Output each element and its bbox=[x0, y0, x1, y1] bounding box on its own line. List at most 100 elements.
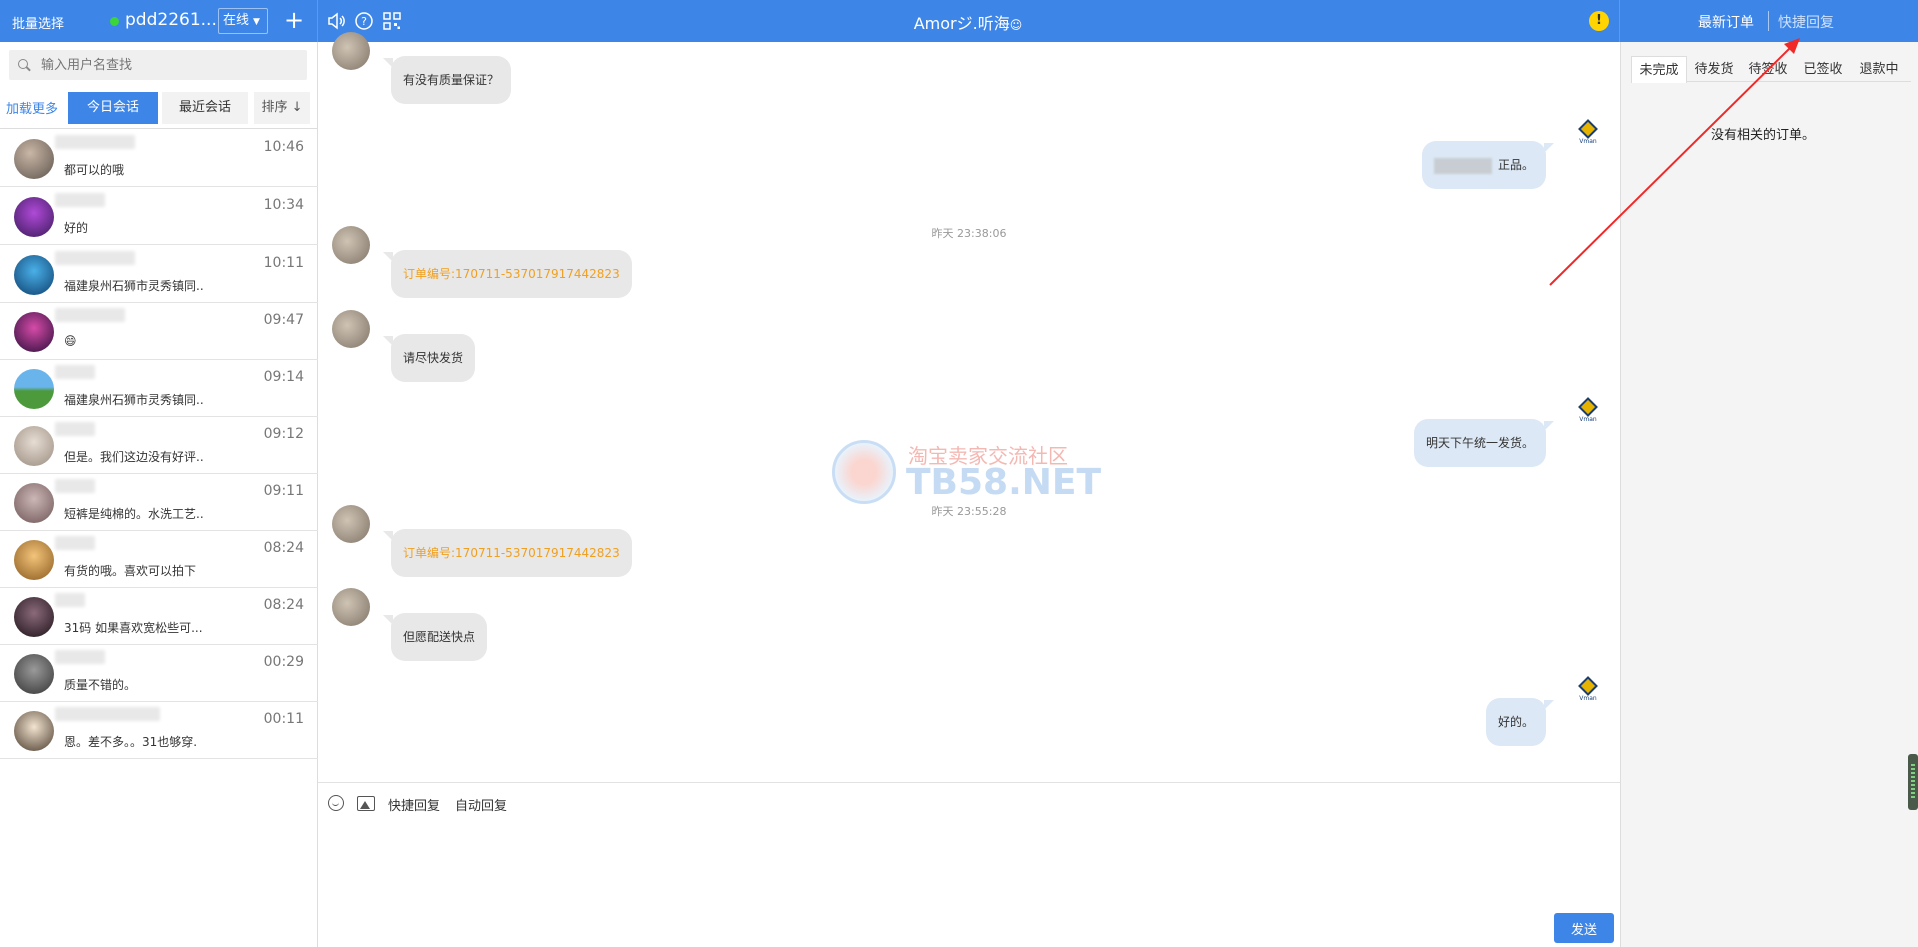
list-item[interactable]: 00:29 质量不错的。 bbox=[0, 645, 318, 702]
conversation-sidebar: 加载更多 今日会话 最近会话 排序 ↓ 10:46 都可以的哦 10:34 好的… bbox=[0, 42, 318, 947]
avatar bbox=[14, 426, 54, 466]
tab-received[interactable]: 已签收 bbox=[1795, 56, 1851, 83]
svg-text:?: ? bbox=[361, 15, 367, 28]
redacted-name bbox=[55, 308, 125, 322]
qrcode-icon[interactable] bbox=[382, 11, 402, 31]
conversation-preview: 好的 bbox=[64, 221, 89, 235]
message-bubble: 正品。 bbox=[1421, 141, 1555, 189]
list-item[interactable]: 09:47 😄 bbox=[0, 303, 318, 360]
conversation-time: 10:46 bbox=[263, 139, 304, 155]
conversation-preview: 福建泉州石狮市灵秀镇同.. bbox=[64, 393, 204, 407]
list-item[interactable]: 08:24 31码 如果喜欢宽松些可... bbox=[0, 588, 318, 645]
conversation-preview: 但是。我们这边没有好评.. bbox=[64, 450, 204, 464]
contact-icon: ☺ bbox=[1009, 18, 1023, 32]
list-item[interactable]: 09:14 福建泉州石狮市灵秀镇同.. bbox=[0, 360, 318, 417]
conversation-time: 00:29 bbox=[263, 654, 304, 670]
divider bbox=[317, 0, 318, 42]
tab-recent-sessions[interactable]: 最近会话 bbox=[162, 92, 248, 124]
load-more-link[interactable]: 加载更多 bbox=[6, 98, 58, 117]
conversation-time: 09:11 bbox=[263, 483, 304, 499]
avatar bbox=[14, 711, 54, 751]
emoji-icon[interactable] bbox=[328, 795, 344, 811]
redacted-name bbox=[55, 251, 135, 265]
redacted-name bbox=[55, 193, 105, 207]
vman-logo-icon: Vman bbox=[1575, 119, 1601, 148]
list-item[interactable]: 10:34 好的 bbox=[0, 188, 318, 245]
vman-label: Vman bbox=[1579, 695, 1597, 702]
redacted-name bbox=[55, 536, 95, 550]
conversation-time: 09:47 bbox=[263, 312, 304, 328]
alert-icon[interactable]: ! bbox=[1589, 11, 1609, 31]
tab-unfinished[interactable]: 未完成 bbox=[1631, 56, 1687, 83]
empty-orders-message: 没有相关的订单。 bbox=[1711, 128, 1816, 143]
send-button[interactable]: 发送 bbox=[1554, 913, 1614, 943]
sort-button[interactable]: 排序 ↓ bbox=[254, 92, 310, 124]
avatar bbox=[14, 255, 54, 295]
conversation-preview: 有货的哦。喜欢可以拍下 bbox=[64, 564, 197, 578]
vman-logo-icon: Vman bbox=[1575, 397, 1601, 426]
status-select-value: 在线 bbox=[223, 13, 250, 28]
conversation-time: 09:12 bbox=[263, 426, 304, 442]
redacted-text bbox=[1433, 157, 1492, 174]
online-status-dot bbox=[110, 17, 119, 26]
message-bubble: 好的。 bbox=[1485, 698, 1555, 746]
conversation-time: 08:24 bbox=[263, 597, 304, 613]
list-item[interactable]: 08:24 有货的哦。喜欢可以拍下 bbox=[0, 531, 318, 588]
add-button[interactable]: + bbox=[284, 6, 304, 34]
avatar bbox=[14, 654, 54, 694]
list-item[interactable]: 09:12 但是。我们这边没有好评.. bbox=[0, 417, 318, 474]
tab-to-receive[interactable]: 待签收 bbox=[1741, 56, 1795, 83]
latest-orders-tab[interactable]: 最新订单 bbox=[1698, 12, 1754, 32]
vman-logo-icon: Vman bbox=[1575, 676, 1601, 705]
avatar bbox=[332, 505, 370, 543]
avatar bbox=[14, 597, 54, 637]
message-input-area[interactable]: 快捷回复 自动回复 发送 bbox=[318, 782, 1620, 947]
image-icon[interactable] bbox=[357, 796, 375, 811]
conversation-time: 08:24 bbox=[263, 540, 304, 556]
list-item[interactable]: 09:11 短裤是纯棉的。水洗工艺.. bbox=[0, 474, 318, 531]
message-bubble: 请尽快发货 bbox=[382, 334, 476, 382]
redacted-name bbox=[55, 650, 105, 664]
quick-reply-tab[interactable]: 快捷回复 bbox=[1778, 12, 1834, 32]
avatar bbox=[14, 483, 54, 523]
search-icon bbox=[18, 59, 28, 69]
list-item[interactable]: 00:11 恩。差不多。。31也够穿. bbox=[0, 702, 318, 759]
message-text: 正品。 bbox=[1497, 158, 1534, 172]
avatar bbox=[14, 540, 54, 580]
search-input[interactable] bbox=[9, 50, 307, 80]
message-timestamp: 昨天 23:55:28 bbox=[931, 505, 1007, 518]
avatar bbox=[14, 312, 54, 352]
avatar bbox=[332, 32, 370, 70]
conversation-time: 00:11 bbox=[263, 711, 304, 727]
side-scroll-handle[interactable] bbox=[1908, 754, 1918, 810]
conversation-preview: 福建泉州石狮市灵秀镇同.. bbox=[64, 279, 204, 293]
list-item[interactable]: 10:46 都可以的哦 bbox=[0, 130, 318, 187]
tab-refunding[interactable]: 退款中 bbox=[1851, 56, 1907, 83]
conversation-time: 10:11 bbox=[263, 255, 304, 271]
conversation-preview: 😄 bbox=[64, 334, 77, 348]
status-select[interactable]: 在线 ▼ bbox=[218, 8, 268, 34]
help-icon[interactable]: ? bbox=[354, 11, 374, 31]
top-bar: 批量选择 pdd2261... 在线 ▼ + ? Amorジ.听海☺ ! 最新订单… bbox=[0, 0, 1918, 42]
quick-reply-button[interactable]: 快捷回复 bbox=[388, 795, 440, 814]
batch-select-button[interactable]: 批量选择 bbox=[12, 13, 64, 32]
list-item[interactable]: 10:11 福建泉州石狮市灵秀镇同.. bbox=[0, 246, 318, 303]
chat-title-text: Amorジ.听海 bbox=[913, 14, 1010, 33]
chat-messages[interactable]: 有没有质量保证？ Vman 正品。 昨天 23:38:06 订单编号:17071… bbox=[318, 32, 1620, 782]
divider bbox=[1768, 11, 1769, 31]
conversation-preview: 恩。差不多。。31也够穿. bbox=[64, 735, 198, 749]
order-number-message[interactable]: 订单编号:170711-537017917442823 bbox=[383, 529, 632, 577]
avatar bbox=[332, 588, 370, 626]
order-number-message[interactable]: 订单编号:170711-537017917442823 bbox=[383, 250, 632, 298]
message-bubble: 有没有质量保证？ bbox=[382, 56, 512, 104]
auto-reply-button[interactable]: 自动回复 bbox=[455, 795, 507, 814]
avatar bbox=[14, 197, 54, 237]
redacted-name bbox=[55, 479, 95, 493]
tab-today-sessions[interactable]: 今日会话 bbox=[68, 92, 158, 124]
speaker-icon[interactable] bbox=[326, 11, 346, 31]
avatar bbox=[14, 139, 54, 179]
avatar bbox=[14, 369, 54, 409]
tab-to-ship[interactable]: 待发货 bbox=[1687, 56, 1741, 83]
order-tabs: 未完成 待发货 待签收 已签收 退款中 bbox=[1631, 56, 1911, 83]
conversation-time: 10:34 bbox=[263, 197, 304, 213]
